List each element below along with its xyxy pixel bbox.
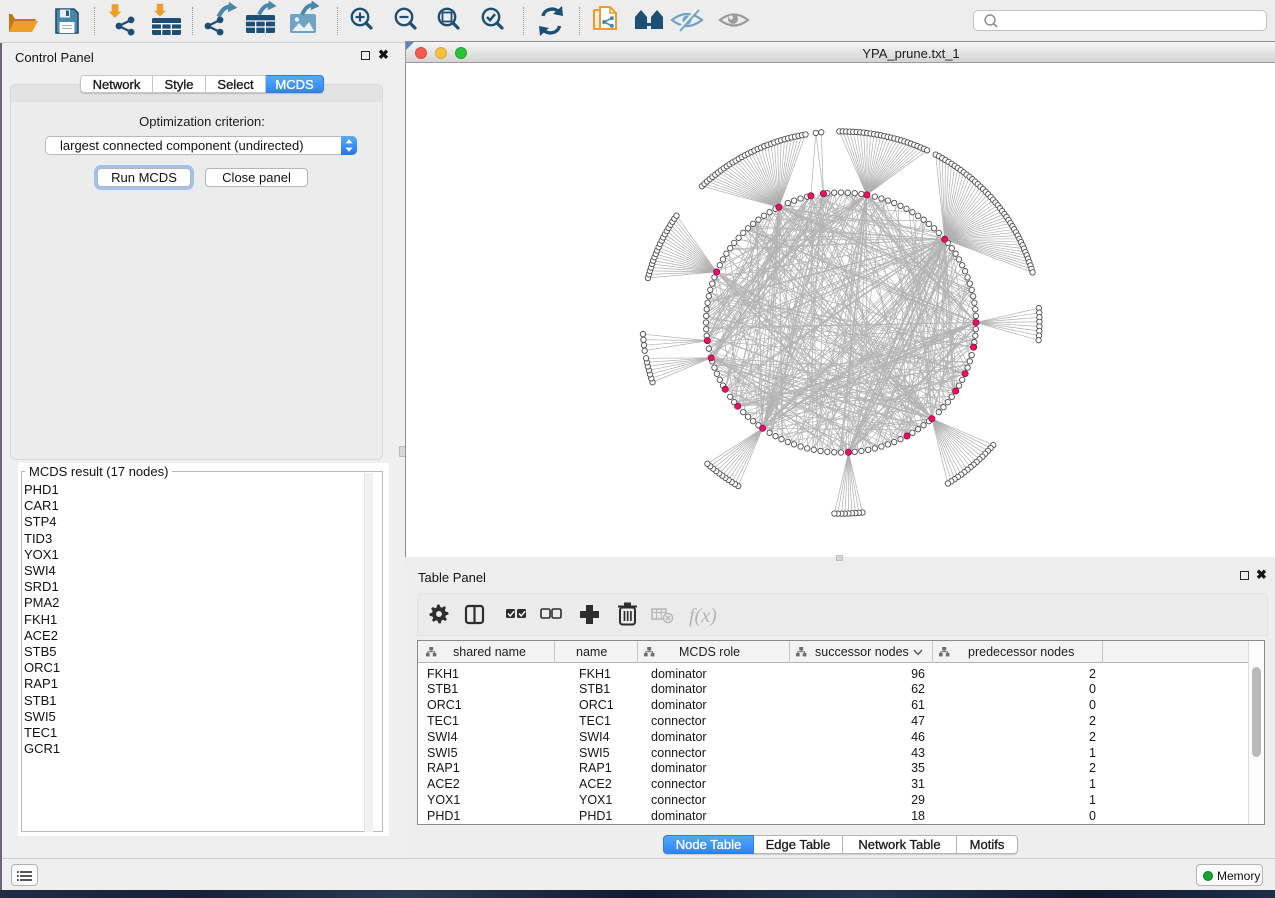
svg-text:f(x): f(x)	[689, 605, 717, 627]
